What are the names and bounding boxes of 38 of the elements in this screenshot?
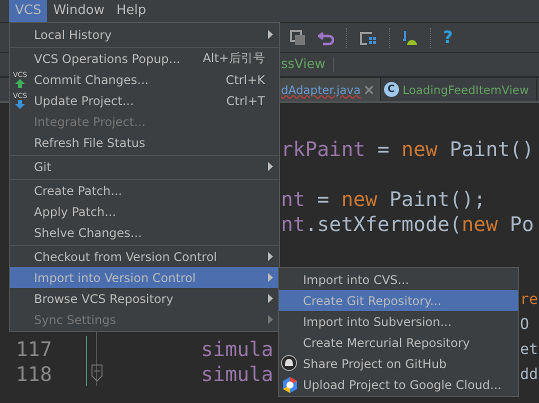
menu-item[interactable]: Share Project on GitHub [279,353,518,374]
close-icon[interactable] [364,86,373,94]
undo-icon[interactable] [318,30,334,46]
code-line: dd [520,364,538,382]
menu-title[interactable]: Window [47,0,110,22]
code-line: et [520,340,538,358]
copy-icon[interactable] [290,30,306,46]
menu-item[interactable]: Browse VCS Repository [10,288,279,309]
cloud-hexagon-icon [281,376,299,394]
menu-title[interactable]: Help [110,0,152,22]
menu-item[interactable]: Local History [10,24,279,45]
menu-item[interactable]: Refresh File Status [10,132,279,153]
class-icon: C [384,82,399,97]
menu-item[interactable]: Create Mercurial Repository [279,332,518,353]
menu-item[interactable]: Checkout from Version Control [10,246,279,267]
code-line: re [520,290,538,308]
help-icon[interactable]: ? [443,28,453,48]
menu-item[interactable]: Create Patch... [10,180,279,201]
menu-item[interactable]: Import into Subversion... [279,311,518,332]
menu-item[interactable]: Git [10,156,279,177]
fold-icon[interactable] [91,364,103,382]
line-number: 117 [14,336,52,360]
editor-tab[interactable]: dAdapter.java [278,78,381,101]
breadcrumb[interactable]: ssView [281,57,334,72]
code-line: simula [201,336,274,360]
code-line: simula [201,362,274,386]
code-line: O [520,314,530,332]
menu-item[interactable]: VCS Operations Popup... Alt+后引号 [10,48,279,69]
menu-item[interactable]: Upload Project to Google Cloud... [279,374,518,395]
code-line: rkPaint = new Paint() [281,136,534,160]
menu-item[interactable]: Shelve Changes... [10,222,279,243]
code-line: nt = new Paint(); [281,186,486,210]
layout-icon[interactable] [359,30,377,46]
menu-item[interactable]: Apply Patch... [10,201,279,222]
editor-tab[interactable]: C LoadingFeedItemView [380,78,537,101]
line-number: 118 [14,362,52,386]
code-line: nt.setXfermode(new Po [281,212,534,236]
menu-item[interactable]: Import into CVS... [279,269,518,290]
